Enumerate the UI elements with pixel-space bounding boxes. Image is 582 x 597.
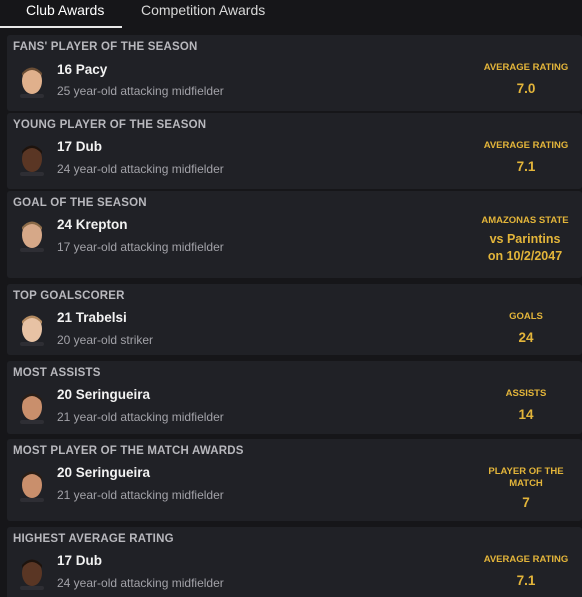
award-stat: Average Rating 7.1 [480, 140, 572, 174]
player-avatar [20, 393, 44, 424]
award-title: Goal of the Season [13, 197, 147, 209]
player-description: 20 year-old striker [57, 333, 154, 347]
awards-tab-bar: Club Awards Competition Awards [0, 0, 582, 28]
stat-value: 7.1 [516, 159, 536, 174]
award-card-player-of-match[interactable]: Most Player of the Match Awards 20 Serin… [7, 439, 582, 521]
stat-label: Average Rating [483, 62, 569, 73]
match-date: on 10/2/2047 [487, 249, 563, 263]
award-title: Most Assists [13, 367, 101, 379]
player-name[interactable]: 16 Pacy [57, 62, 107, 77]
player-description: 24 year-old attacking midfielder [57, 162, 224, 176]
player-name[interactable]: 20 Seringueira [57, 387, 150, 402]
award-title: Fans' Player of the Season [13, 41, 198, 53]
player-name[interactable]: 17 Dub [57, 553, 102, 568]
award-title: Highest Average Rating [13, 533, 174, 545]
player-avatar [20, 471, 44, 502]
award-stat: Assists 14 [480, 388, 572, 422]
award-title: Young Player of the Season [13, 119, 207, 131]
match-competition: Amazonas State [481, 215, 569, 226]
player-name[interactable]: 24 Krepton [57, 217, 128, 232]
player-description: 25 year-old attacking midfielder [57, 84, 224, 98]
award-stat: Average Rating 7.1 [480, 554, 572, 588]
player-avatar [20, 315, 44, 346]
award-card-most-assists[interactable]: Most Assists 20 Seringueira 21 year-old … [7, 361, 582, 434]
player-name[interactable]: 17 Dub [57, 139, 102, 154]
stat-value: 24 [518, 330, 534, 345]
stat-label: Average Rating [483, 140, 569, 151]
stat-label: Player of the Match [488, 466, 564, 489]
goal-match-info[interactable]: Amazonas State vs Parintins on 10/2/2047 [475, 215, 575, 265]
award-card-top-goalscorer[interactable]: Top Goalscorer 21 Trabelsi 20 year-old s… [7, 284, 582, 355]
player-avatar [20, 221, 44, 252]
player-avatar [20, 145, 44, 176]
stat-value: 7.0 [516, 81, 536, 96]
award-card-goal-of-season[interactable]: Goal of the Season 24 Krepton 17 year-ol… [7, 191, 582, 278]
player-avatar [20, 67, 44, 98]
player-name[interactable]: 20 Seringueira [57, 465, 150, 480]
award-stat: Average Rating 7.0 [480, 62, 572, 96]
stat-label: Goals [509, 311, 543, 322]
stat-label: Average Rating [483, 554, 569, 565]
tab-competition-awards[interactable]: Competition Awards [141, 1, 265, 29]
player-name[interactable]: 21 Trabelsi [57, 310, 127, 325]
award-card-young-player[interactable]: Young Player of the Season 17 Dub 24 yea… [7, 113, 582, 189]
active-tab-indicator [0, 26, 122, 28]
player-description: 21 year-old attacking midfielder [57, 410, 224, 424]
stat-value: 14 [518, 407, 534, 422]
player-avatar [20, 559, 44, 590]
award-card-fans-player[interactable]: Fans' Player of the Season 16 Pacy 25 ye… [7, 35, 582, 111]
stat-value: 7.1 [516, 573, 536, 588]
award-title: Most Player of the Match Awards [13, 445, 244, 457]
stat-label: Assists [505, 388, 547, 399]
stat-value: 7 [522, 495, 530, 510]
award-card-highest-average[interactable]: Highest Average Rating 17 Dub 24 year-ol… [7, 527, 582, 597]
award-stat: Player of the Match 7 [486, 466, 566, 510]
player-description: 17 year-old attacking midfielder [57, 240, 224, 254]
match-opponent: vs Parintins [489, 232, 561, 246]
tab-club-awards[interactable]: Club Awards [26, 1, 104, 29]
award-title: Top Goalscorer [13, 290, 125, 302]
award-stat: Goals 24 [480, 311, 572, 345]
player-description: 24 year-old attacking midfielder [57, 576, 224, 590]
player-description: 21 year-old attacking midfielder [57, 488, 224, 502]
